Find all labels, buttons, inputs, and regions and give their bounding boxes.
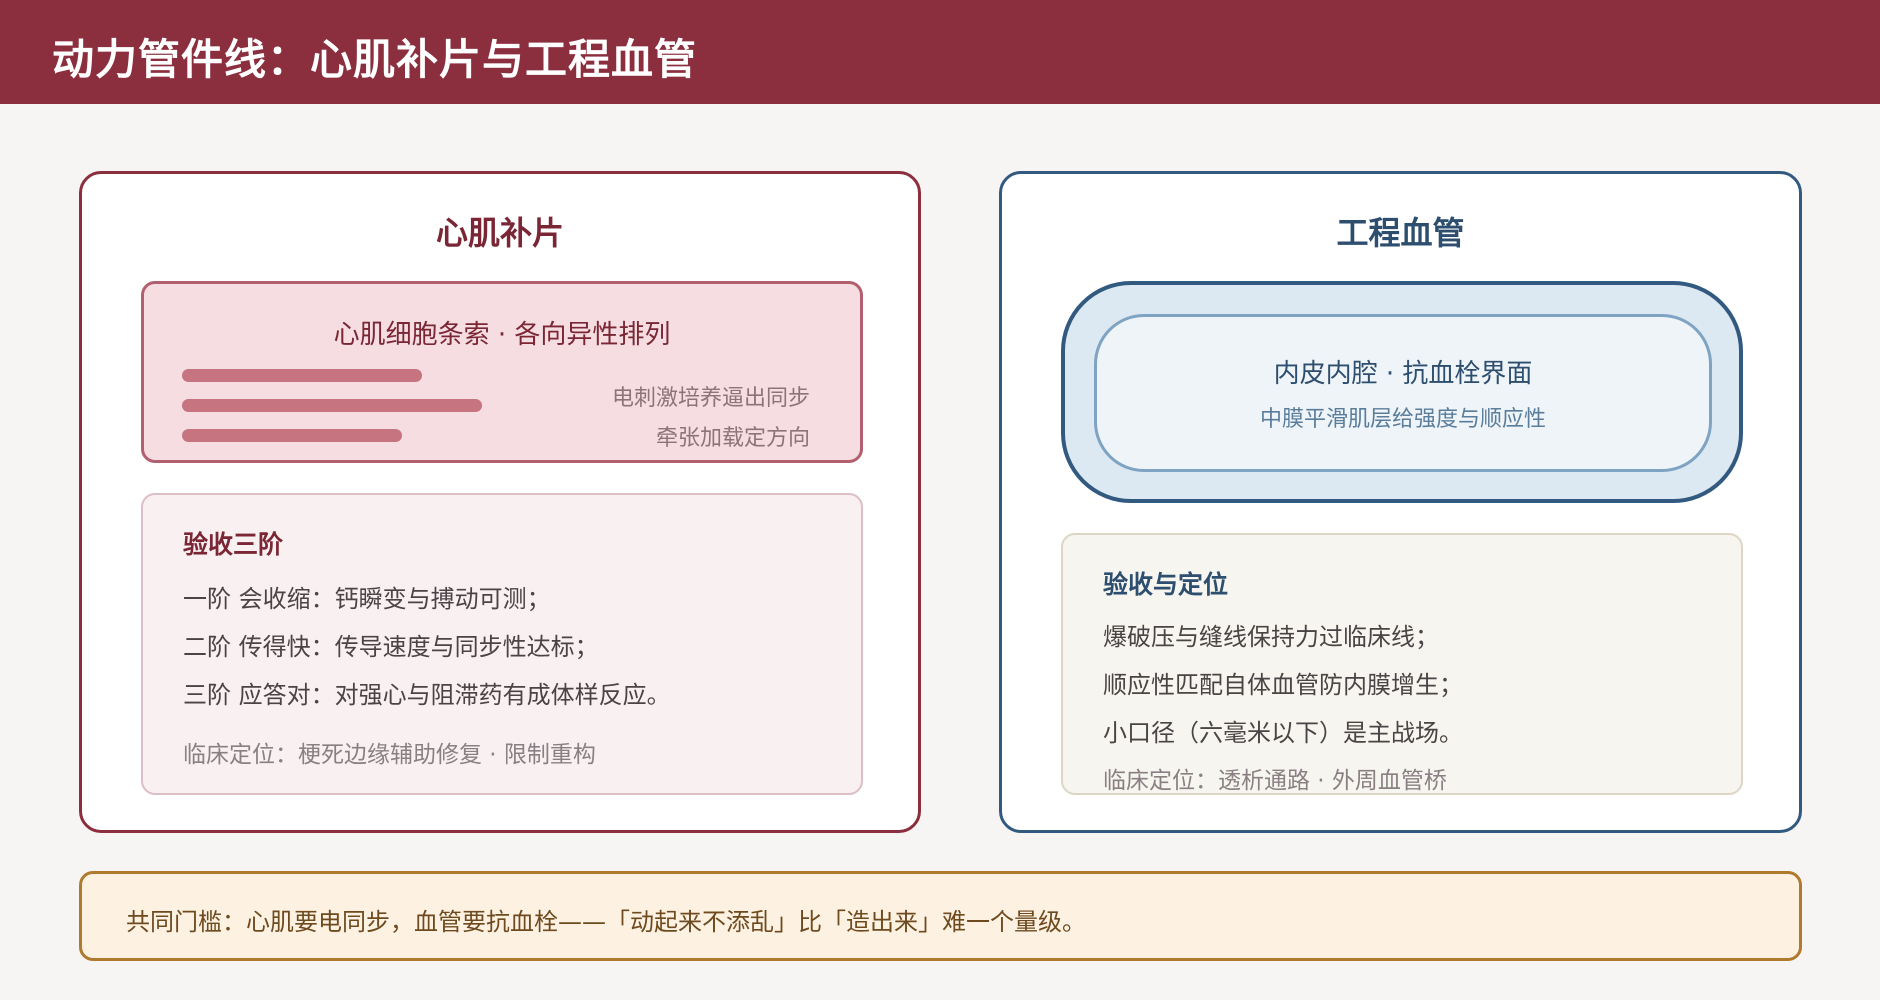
- page-title: 动力管件线：心肌补片与工程血管: [52, 35, 698, 84]
- cardiac-patch-panel: 心肌补片 心肌细胞条索 · 各向异性排列 电刺激培养逼出同步 牵张加载定方向 验…: [79, 171, 921, 833]
- cardiac-panel-title: 心肌补片: [435, 214, 564, 252]
- header-bar: 动力管件线：心肌补片与工程血管: [0, 0, 1880, 104]
- vessel-acceptance-heading: 验收与定位: [1103, 570, 1229, 599]
- cardiac-acceptance-box: 验收三阶 一阶 会收缩：钙瞬变与搏动可测； 二阶 传得快：传导速度与同步性达标；…: [141, 493, 863, 795]
- vessel-acceptance-box: 验收与定位 爆破压与缝线保持力过临床线； 顺应性匹配自体血管防内膜增生； 小口径…: [1061, 533, 1743, 795]
- cardiac-clinical-note: 临床定位：梗死边缘辅助修复 · 限制重构: [183, 742, 596, 768]
- acceptance-line: 三阶 应答对：对强心与阻滞药有成体样反应。: [183, 681, 671, 709]
- vessel-outer-ring: 内皮内腔 · 抗血栓界面 中膜平滑肌层给强度与顺应性: [1061, 281, 1743, 503]
- acceptance-line: 小口径（六毫米以下）是主战场。: [1103, 719, 1463, 747]
- page: 动力管件线：心肌补片与工程血管 心肌补片 心肌细胞条索 · 各向异性排列 电刺激…: [0, 0, 1880, 1000]
- fiber-strand: [182, 429, 402, 442]
- acceptance-line: 二阶 传得快：传导速度与同步性达标；: [183, 633, 599, 661]
- vessel-clinical-note: 临床定位：透析通路 · 外周血管桥: [1103, 768, 1447, 794]
- fiber-note: 电刺激培养逼出同步: [611, 386, 810, 411]
- fiber-title: 心肌细胞条索 · 各向异性排列: [333, 320, 671, 350]
- vessel-inner-ring: 内皮内腔 · 抗血栓界面 中膜平滑肌层给强度与顺应性: [1094, 314, 1712, 472]
- common-threshold-box: 共同门槛：心肌要电同步，血管要抗血栓——「动起来不添乱」比「造出来」难一个量级。: [79, 871, 1802, 961]
- fiber-strand: [182, 369, 422, 382]
- vessel-panel-title: 工程血管: [1336, 214, 1465, 252]
- vessel-ring-subtitle: 中膜平滑肌层给强度与顺应性: [1259, 407, 1546, 432]
- acceptance-line: 一阶 会收缩：钙瞬变与搏动可测；: [183, 585, 551, 613]
- cardiac-fiber-box: 心肌细胞条索 · 各向异性排列 电刺激培养逼出同步 牵张加载定方向: [141, 281, 863, 463]
- acceptance-line: 爆破压与缝线保持力过临床线；: [1103, 623, 1439, 651]
- cardiac-acceptance-heading: 验收三阶: [183, 530, 284, 559]
- fiber-note: 牵张加载定方向: [655, 426, 810, 451]
- vessel-ring-title: 内皮内腔 · 抗血栓界面: [1273, 359, 1533, 389]
- engineered-vessel-panel: 工程血管 内皮内腔 · 抗血栓界面 中膜平滑肌层给强度与顺应性 验收与定位 爆破…: [999, 171, 1802, 833]
- fiber-strand: [182, 399, 482, 412]
- common-threshold-text: 共同门槛：心肌要电同步，血管要抗血栓——「动起来不添乱」比「造出来」难一个量级。: [126, 908, 1086, 936]
- acceptance-line: 顺应性匹配自体血管防内膜增生；: [1103, 671, 1463, 699]
